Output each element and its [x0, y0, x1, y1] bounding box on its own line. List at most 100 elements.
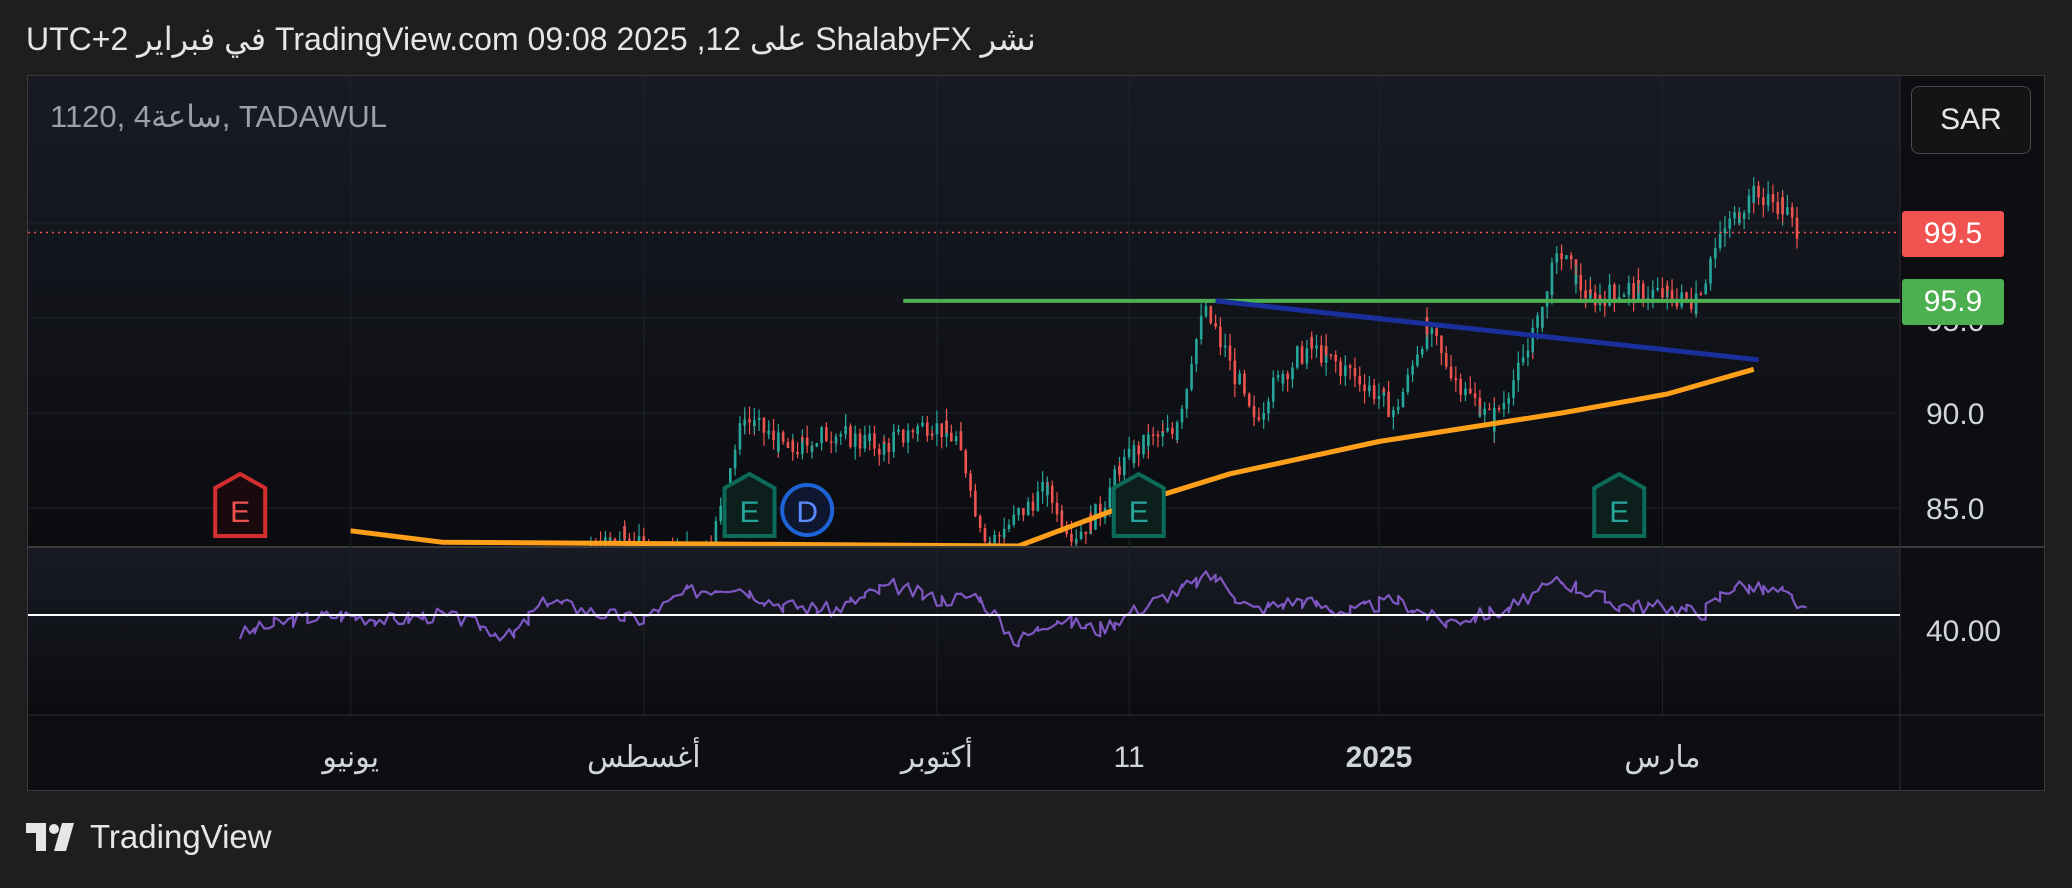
candle-body — [834, 436, 838, 443]
candle-body — [1358, 375, 1362, 385]
candle-body — [1406, 374, 1410, 392]
candle-body — [1127, 448, 1131, 457]
currency-button[interactable]: SAR — [1911, 86, 2031, 154]
candle-body — [1536, 315, 1539, 328]
candle-body — [762, 417, 766, 433]
candle-body — [1396, 407, 1400, 409]
candle-body — [1262, 413, 1265, 420]
candle-body — [998, 534, 1001, 537]
tradingview-logo[interactable]: TradingView — [26, 818, 272, 856]
candle-body — [882, 441, 886, 444]
candle-body — [1795, 217, 1799, 239]
candle-body — [1762, 197, 1765, 206]
candle-body — [868, 433, 871, 441]
candle-body — [1252, 414, 1256, 418]
candle-body — [1459, 379, 1462, 395]
candle-body — [1512, 380, 1515, 398]
candle-body — [1166, 427, 1169, 432]
candle-body — [1733, 212, 1736, 219]
candle-body — [1565, 255, 1568, 260]
candle-body — [748, 419, 751, 423]
candle-body — [1320, 345, 1323, 363]
candle-body — [1589, 289, 1592, 293]
candle-body — [1685, 292, 1688, 299]
candle-body — [1468, 388, 1472, 394]
candle-body — [772, 430, 775, 441]
candle-body — [786, 442, 790, 448]
candle-body — [777, 432, 780, 452]
candle-body — [1050, 485, 1054, 503]
time-axis-label: مارس — [1624, 741, 1700, 774]
candle-body — [901, 429, 905, 443]
candle-body — [1238, 373, 1241, 385]
candle-body — [743, 419, 747, 426]
candle-body — [1521, 357, 1525, 359]
candle-body — [1665, 285, 1669, 291]
candle-body — [1483, 408, 1486, 416]
price-axis-label: 85.0 — [1926, 493, 1984, 526]
candle-body — [1276, 374, 1280, 378]
candle-body — [796, 452, 799, 455]
candle-body — [1281, 373, 1285, 384]
time-axis-label: أغسطس — [587, 736, 701, 774]
candle-body — [1555, 253, 1559, 263]
candle-body — [1718, 233, 1722, 249]
candle-body — [1372, 385, 1376, 400]
candle-body — [1656, 287, 1659, 290]
candle-body — [959, 431, 963, 451]
candle-body — [1699, 293, 1703, 295]
candle-body — [1190, 364, 1193, 378]
candle-body — [1310, 336, 1313, 349]
candle-body — [1622, 295, 1626, 298]
candle-body — [897, 429, 900, 432]
candle-body — [969, 473, 972, 491]
candle-body — [1368, 385, 1371, 387]
candle-body — [623, 526, 626, 539]
candle-body — [1521, 358, 1525, 363]
candle-body — [1579, 275, 1583, 291]
candle-body — [983, 527, 987, 542]
candle-body — [1002, 529, 1006, 538]
candle-body — [1271, 377, 1275, 402]
tradingview-logo-icon — [26, 823, 74, 851]
candle-body — [1334, 354, 1338, 362]
candle-body — [1147, 434, 1150, 446]
candle-body — [820, 427, 823, 433]
candle-body — [1123, 456, 1126, 475]
candle-body — [825, 427, 828, 442]
candle-body — [815, 443, 819, 447]
candle-body — [1118, 466, 1121, 475]
candle-body — [1243, 373, 1246, 388]
candle-body — [974, 493, 977, 517]
candle-body — [1786, 207, 1789, 215]
candle-body — [1709, 258, 1712, 275]
candle-body — [863, 435, 867, 449]
candle-body — [1430, 328, 1434, 334]
candle-body — [1401, 391, 1405, 408]
candle-body — [1079, 531, 1083, 539]
candle-body — [1137, 445, 1141, 455]
candle-body — [1315, 345, 1318, 349]
candle-body — [1204, 306, 1208, 309]
candle-body — [906, 430, 910, 439]
candle-body — [1175, 422, 1179, 441]
candle-body — [1243, 387, 1246, 394]
candle-body — [1704, 283, 1708, 295]
candle-body — [1478, 415, 1482, 417]
candle-body — [1492, 407, 1496, 432]
candle-body — [1291, 367, 1294, 380]
time-axis-label: يونيو — [320, 741, 379, 774]
candle-body — [1295, 346, 1299, 353]
candle-body — [1550, 262, 1554, 296]
candle-body — [1233, 360, 1237, 385]
candle-body — [993, 534, 996, 544]
candle-body — [1444, 353, 1448, 367]
candle-body — [892, 436, 895, 452]
candle-body — [1180, 408, 1184, 423]
candle-body — [1382, 388, 1386, 392]
symbol-title: 1120, 4ساعة, TADAWUL — [50, 99, 388, 134]
candle-body — [1435, 328, 1438, 336]
candle-body — [1454, 378, 1458, 380]
candle-body — [1661, 287, 1664, 298]
candle-body — [1305, 348, 1309, 364]
